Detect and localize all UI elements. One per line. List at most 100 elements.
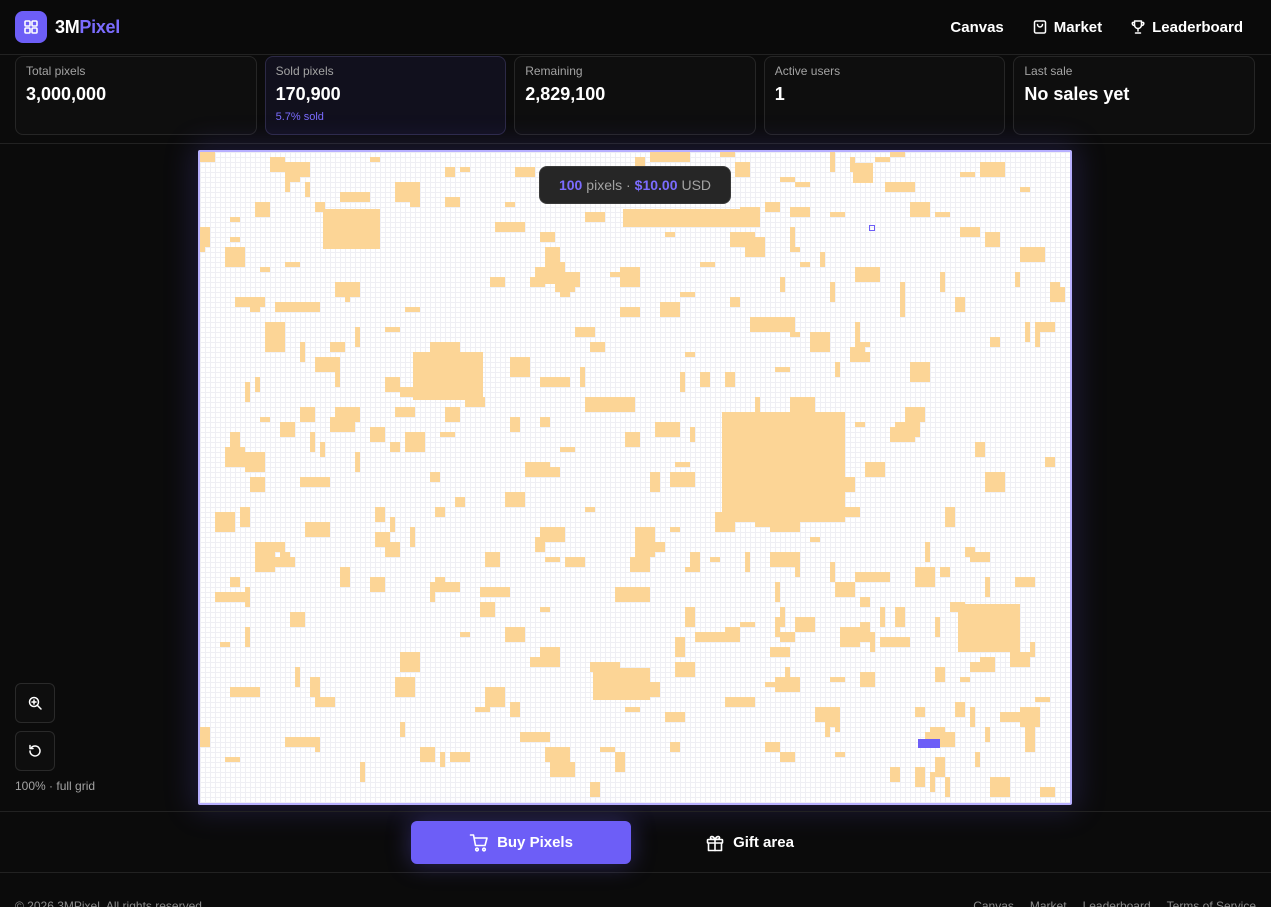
sold-plot[interactable] (265, 342, 285, 352)
sold-plot[interactable] (650, 682, 660, 697)
sold-plot[interactable] (855, 322, 860, 342)
sold-plot[interactable] (610, 272, 620, 277)
sold-plot[interactable] (305, 182, 310, 197)
sold-plot[interactable] (285, 167, 300, 182)
sold-plot[interactable] (915, 567, 935, 587)
sold-plot[interactable] (980, 162, 1005, 177)
sold-plot[interactable] (230, 237, 240, 242)
sold-plot[interactable] (590, 662, 620, 672)
sold-plot[interactable] (410, 527, 415, 547)
sold-plot[interactable] (865, 462, 885, 477)
sold-plot[interactable] (230, 217, 240, 222)
sold-plot[interactable] (985, 232, 1000, 247)
sold-plot[interactable] (960, 172, 975, 177)
sold-plot[interactable] (300, 477, 330, 487)
sold-plot[interactable] (200, 227, 210, 247)
sold-plot[interactable] (225, 247, 245, 267)
sold-plot[interactable] (290, 302, 320, 312)
sold-plot[interactable] (1000, 712, 1030, 722)
sold-plot[interactable] (590, 782, 600, 797)
sold-plot[interactable] (990, 777, 1010, 797)
brand[interactable]: 3MPixel (15, 11, 120, 43)
sold-plot[interactable] (220, 642, 230, 647)
sold-plot[interactable] (965, 642, 995, 652)
sold-plot[interactable] (340, 567, 350, 587)
sold-plot[interactable] (685, 607, 695, 627)
sold-plot[interactable] (890, 152, 905, 157)
sold-plot[interactable] (765, 422, 775, 437)
sold-plot[interactable] (1030, 642, 1035, 657)
sold-plot[interactable] (450, 752, 470, 762)
sold-plot[interactable] (340, 192, 370, 202)
sold-plot[interactable] (970, 707, 975, 727)
sold-plot[interactable] (230, 432, 240, 447)
sold-plot[interactable] (650, 472, 660, 492)
sold-plot[interactable] (315, 202, 325, 212)
sold-plot[interactable] (780, 632, 795, 642)
sold-plot[interactable] (880, 607, 885, 627)
sold-plot[interactable] (795, 617, 815, 632)
sold-plot[interactable] (850, 347, 865, 362)
sold-plot[interactable] (790, 207, 810, 217)
sold-plot[interactable] (495, 222, 525, 232)
sold-plot[interactable] (855, 267, 880, 282)
sold-plot[interactable] (1025, 322, 1030, 342)
sold-plot[interactable] (1010, 652, 1030, 667)
sold-plot[interactable] (550, 762, 575, 777)
sold-plot[interactable] (405, 432, 425, 452)
sold-plot[interactable] (255, 552, 275, 572)
sold-plot[interactable] (215, 592, 235, 602)
sold-plot[interactable] (575, 327, 595, 337)
nav-canvas[interactable]: Canvas (950, 19, 1003, 36)
sold-plot[interactable] (835, 362, 840, 377)
sold-plot[interactable] (950, 732, 955, 747)
sold-plot[interactable] (230, 577, 240, 587)
sold-plot[interactable] (790, 332, 800, 337)
sold-plot[interactable] (510, 702, 520, 717)
sold-plot[interactable] (670, 472, 695, 487)
sold-plot[interactable] (765, 742, 780, 752)
sold-plot[interactable] (950, 602, 965, 612)
sold-plot[interactable] (615, 587, 635, 602)
sold-plot[interactable] (385, 547, 395, 557)
sold-plot[interactable] (615, 752, 625, 772)
sold-plot[interactable] (390, 442, 400, 452)
sold-plot[interactable] (985, 577, 990, 597)
sold-plot[interactable] (270, 157, 285, 172)
sold-plot[interactable] (745, 422, 765, 437)
sold-plot[interactable] (650, 152, 680, 162)
sold-plot[interactable] (395, 407, 415, 417)
sold-plot[interactable] (860, 597, 870, 607)
sold-plot[interactable] (540, 267, 560, 282)
footer-link-leaderboard[interactable]: Leaderboard (1083, 899, 1151, 907)
sold-plot[interactable] (870, 632, 875, 652)
sold-plot[interactable] (680, 292, 695, 297)
sold-plot[interactable] (660, 302, 680, 317)
sold-plot[interactable] (855, 422, 865, 427)
sold-plot[interactable] (970, 552, 990, 562)
sold-plot[interactable] (400, 387, 430, 397)
sold-plot[interactable] (690, 427, 695, 442)
sold-plot[interactable] (310, 677, 320, 697)
sold-plot[interactable] (670, 527, 680, 532)
footer-link-canvas[interactable]: Canvas (973, 899, 1014, 907)
sold-plot[interactable] (255, 377, 260, 392)
selected-area[interactable] (918, 739, 940, 748)
sold-plot[interactable] (685, 352, 695, 357)
sold-plot[interactable] (330, 342, 345, 352)
sold-plot[interactable] (1025, 727, 1035, 737)
sold-plot[interactable] (635, 527, 655, 542)
pixel-canvas[interactable] (198, 150, 1072, 805)
sold-plot[interactable] (1040, 787, 1055, 797)
sold-plot[interactable] (985, 472, 1005, 492)
sold-plot[interactable] (305, 522, 330, 537)
sold-plot[interactable] (930, 772, 935, 792)
sold-plot[interactable] (860, 622, 870, 642)
sold-plot[interactable] (935, 212, 950, 217)
sold-plot[interactable] (955, 297, 965, 312)
sold-plot[interactable] (680, 372, 685, 392)
sold-plot[interactable] (775, 582, 780, 602)
sold-plot[interactable] (770, 552, 790, 567)
sold-plot[interactable] (810, 537, 820, 542)
sold-plot[interactable] (720, 152, 735, 157)
